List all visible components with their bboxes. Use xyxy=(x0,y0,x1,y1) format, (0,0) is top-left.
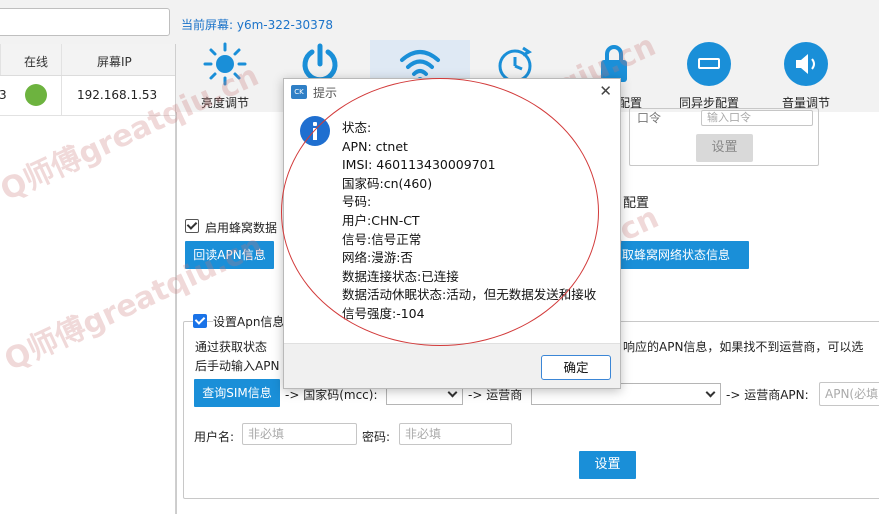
operator-apn-input[interactable]: APN(必填 xyxy=(819,382,879,406)
apn-line: APN: ctnet xyxy=(342,138,408,154)
apn-password-input[interactable]: 非必填 xyxy=(399,423,512,445)
toolbar-volume[interactable]: 音量调节 xyxy=(756,40,856,110)
operator-apn-label: -> 运营商APN: xyxy=(726,388,809,402)
set-apn-checkbox[interactable] xyxy=(193,314,207,328)
data-connection-line: 数据连接状态:已连接 xyxy=(342,268,459,284)
query-sim-button[interactable]: 查询SIM信息 xyxy=(194,379,280,407)
hdmi-icon xyxy=(687,42,731,86)
data-activity-line: 数据活动休眠状态:活动，但无数据发送和接收 xyxy=(342,287,597,303)
column-header-online: 在线 xyxy=(24,55,49,69)
set-apn-label: 设置Apn信息 xyxy=(213,313,287,330)
dialog-message: 状态: APN: ctnet IMSI: 460113430009701 国家码… xyxy=(342,119,617,324)
dialog-title: 提示 xyxy=(313,86,338,100)
country-code-line: 国家码:cn(460) xyxy=(342,175,433,191)
device-row-id-partial: 3 xyxy=(0,88,7,102)
network-line: 网络:漫游:否 xyxy=(342,250,413,266)
dialog-title-bar: CK 提示 ✕ xyxy=(284,79,620,105)
speaker-icon xyxy=(784,42,828,86)
chevron-down-icon xyxy=(705,387,716,398)
device-table-header: 在线 屏幕IP xyxy=(0,44,175,76)
apn-set-button[interactable]: 设置 xyxy=(579,451,636,479)
app-logo-icon: CK xyxy=(291,85,307,99)
apn-hint-left: 通过获取状态 xyxy=(195,340,268,354)
password-input[interactable]: 输入口令 xyxy=(701,110,813,126)
apn-hint-line2: 后手动输入APN xyxy=(195,359,280,373)
signal-strength-line: 信号强度:-104 xyxy=(342,305,425,321)
current-screen-id: y6m-322-30378 xyxy=(236,18,334,32)
device-search-input[interactable] xyxy=(0,8,170,36)
online-status-icon xyxy=(25,84,47,106)
info-icon xyxy=(300,116,330,146)
signal-line: 信号:信号正常 xyxy=(342,231,422,247)
column-header-screen-ip: 屏幕IP xyxy=(97,55,132,69)
username-label: 用户名: xyxy=(194,430,235,444)
dialog-body: 状态: APN: ctnet IMSI: 460113430009701 国家码… xyxy=(284,105,620,347)
close-icon[interactable]: ✕ xyxy=(599,82,612,100)
status-line: 状态: xyxy=(342,120,372,135)
apn-password-label: 密码: xyxy=(362,430,391,444)
password-label: 口令 xyxy=(637,111,662,125)
imsi-line: IMSI: 460113430009701 xyxy=(342,157,496,173)
number-line: 号码: xyxy=(342,194,372,210)
toolbar-sync-config[interactable]: 同异步配置 xyxy=(659,40,759,110)
current-screen-label: 当前屏幕: y6m-322-30378 xyxy=(181,18,334,32)
apn-hint-right: 响应的APN信息，如果找不到运营商，可以选 xyxy=(623,340,864,354)
enable-cellular-checkbox[interactable] xyxy=(185,219,199,233)
dialog-footer: 确定 xyxy=(284,343,620,388)
get-cellular-status-button[interactable]: 取蜂窝网络状态信息 xyxy=(619,241,749,269)
username-input[interactable]: 非必填 xyxy=(242,423,357,445)
password-set-button[interactable]: 设置 xyxy=(696,134,753,162)
info-dialog: CK 提示 ✕ 状态: APN: ctnet IMSI: 46011343000… xyxy=(283,78,621,389)
chevron-down-icon xyxy=(447,387,458,398)
ok-button[interactable]: 确定 xyxy=(541,355,611,380)
user-line: 用户:CHN-CT xyxy=(342,212,420,228)
